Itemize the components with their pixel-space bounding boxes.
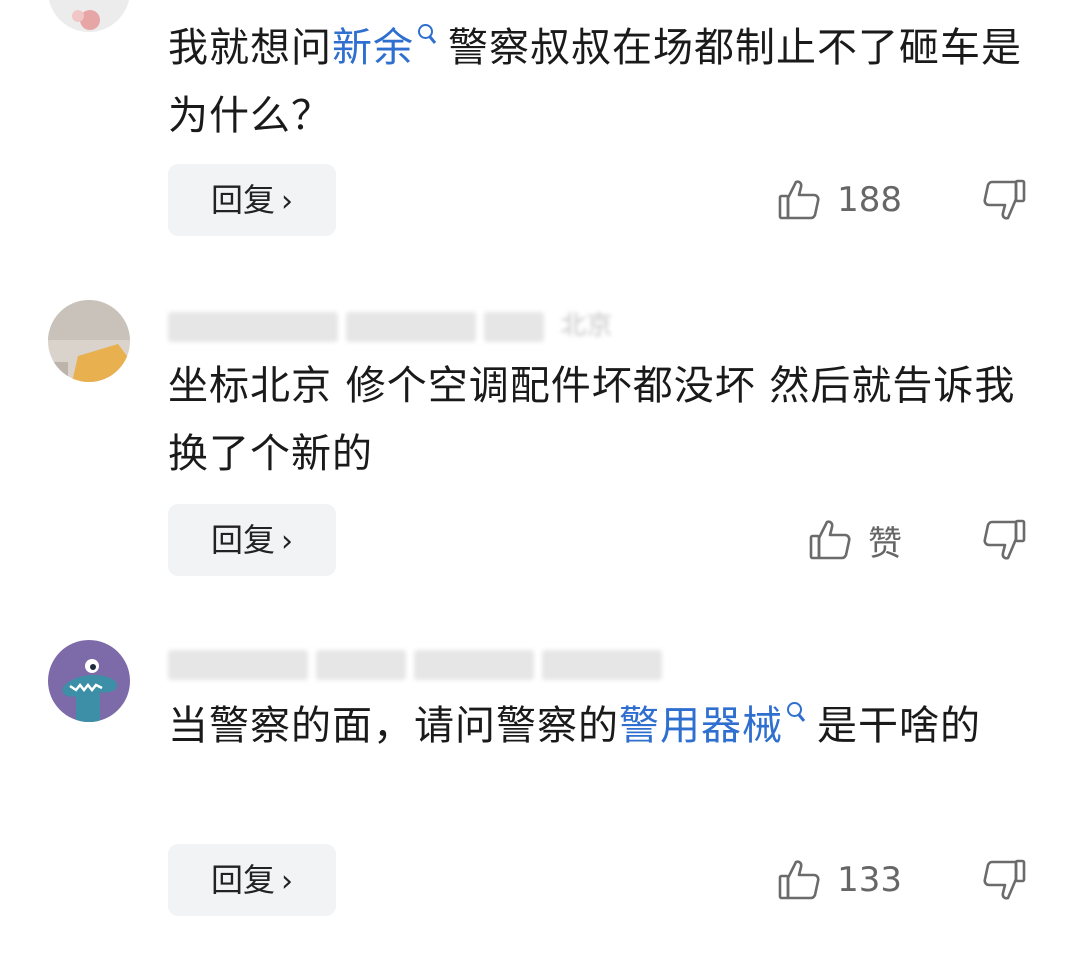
search-link[interactable]: 新余 bbox=[332, 25, 414, 71]
search-link[interactable]: 警用器械 bbox=[619, 703, 783, 749]
thumbs-down-icon[interactable] bbox=[980, 858, 1026, 904]
thumbs-down-icon[interactable] bbox=[980, 518, 1026, 564]
reply-button[interactable]: 回复 › bbox=[168, 844, 336, 916]
avatar[interactable] bbox=[48, 0, 130, 32]
thumbs-up-icon bbox=[778, 180, 820, 220]
comment-text: 坐标北京 修个空调配件坏都没坏 然后就告诉我换了个新的 bbox=[168, 363, 1016, 477]
comment-text: 当警察的面，请问警察的警用器械 是干啥的 bbox=[168, 692, 1038, 760]
thumbs-up-icon bbox=[778, 860, 820, 900]
like-button[interactable]: 133 bbox=[777, 844, 902, 916]
like-count: 赞 bbox=[868, 523, 902, 564]
like-button[interactable]: 188 bbox=[777, 164, 902, 236]
chevron-right-icon: › bbox=[281, 524, 293, 559]
search-icon[interactable] bbox=[416, 22, 438, 52]
chevron-right-icon: › bbox=[281, 184, 293, 219]
like-count: 188 bbox=[837, 180, 902, 220]
search-icon[interactable] bbox=[785, 700, 807, 730]
comment-text: 我就想问新余 警察叔叔在场都制止不了砸车是为什么？ bbox=[168, 14, 1038, 150]
chevron-right-icon: › bbox=[281, 864, 293, 899]
like-count: 133 bbox=[837, 860, 902, 900]
thumbs-up-icon bbox=[809, 520, 851, 560]
comment-meta: 北京 bbox=[168, 306, 612, 346]
reply-button[interactable]: 回复 › bbox=[168, 164, 336, 236]
avatar[interactable] bbox=[48, 640, 130, 722]
like-button[interactable]: 赞 bbox=[808, 504, 902, 576]
avatar[interactable] bbox=[48, 300, 130, 382]
reply-button[interactable]: 回复 › bbox=[168, 504, 336, 576]
comment-meta bbox=[168, 644, 670, 684]
thumbs-down-icon[interactable] bbox=[980, 178, 1026, 224]
comment-location: 北京 bbox=[560, 311, 613, 341]
